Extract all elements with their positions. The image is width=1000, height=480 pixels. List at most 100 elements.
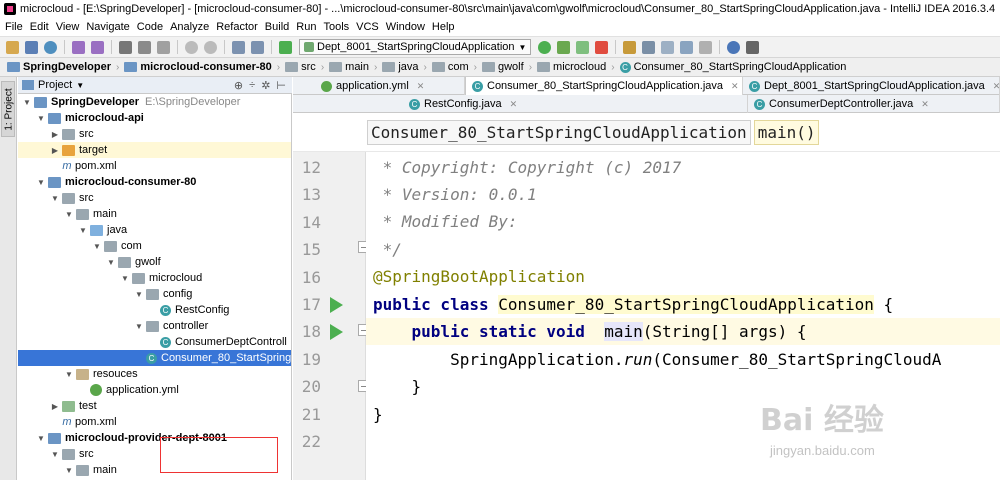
open-icon[interactable]	[6, 40, 19, 54]
close-icon[interactable]: ✕	[417, 81, 425, 92]
project-panel-title[interactable]: Project	[38, 79, 72, 91]
collapsed-arrow-icon[interactable]: ▶	[50, 130, 60, 139]
undo-icon[interactable]	[72, 40, 85, 54]
run-main-icon[interactable]	[330, 324, 343, 340]
expanded-arrow-icon[interactable]: ▼	[92, 242, 102, 251]
back-icon[interactable]	[232, 40, 245, 54]
tree-node[interactable]: ▼ main	[18, 206, 291, 222]
editor-tab[interactable]: application.yml ✕	[315, 77, 465, 95]
collapse-icon[interactable]: ÷	[249, 79, 255, 91]
method-crumb[interactable]: main()	[753, 119, 820, 145]
replace-icon[interactable]	[204, 40, 217, 54]
tree-node[interactable]: ▶ src	[18, 126, 291, 142]
rerun-icon[interactable]	[538, 40, 552, 54]
tree-node[interactable]: ▼ microcloud-api	[18, 110, 291, 126]
menu-run[interactable]: Run	[294, 21, 321, 33]
menu-tools[interactable]: Tools	[321, 21, 354, 33]
menu-analyze[interactable]: Analyze	[168, 21, 214, 33]
menu-window[interactable]: Window	[384, 21, 430, 33]
menu-file[interactable]: File	[3, 21, 28, 33]
breadcrumb-item[interactable]: java	[379, 61, 421, 73]
tree-node[interactable]: ▼ src	[18, 190, 291, 206]
class-crumb[interactable]: Consumer_80_StartSpringCloudApplication	[367, 119, 751, 145]
menu-edit[interactable]: Edit	[28, 21, 54, 33]
expanded-arrow-icon[interactable]: ▼	[50, 194, 60, 203]
chevron-down-icon[interactable]: ▼	[76, 81, 84, 90]
tree-node[interactable]: m pom.xml	[18, 158, 291, 174]
run-configuration-select[interactable]: Dept_8001_StartSpringCloudApplication ▼	[299, 39, 532, 55]
tree-node[interactable]: ▼ SpringDeveloper E:\SpringDeveloper	[18, 94, 291, 110]
expanded-arrow-icon[interactable]: ▼	[36, 178, 46, 187]
sdk-manager-icon[interactable]	[680, 40, 694, 54]
tree-node[interactable]: ▶ target	[18, 142, 291, 158]
editor-tab[interactable]: C RestConfig.java ✕	[403, 95, 748, 113]
sync-icon[interactable]	[44, 40, 57, 54]
paste-icon[interactable]	[157, 40, 170, 54]
tree-node[interactable]: ▼ main	[18, 462, 291, 478]
close-icon[interactable]: ✕	[993, 81, 999, 92]
close-icon[interactable]: ✕	[921, 99, 929, 110]
terminal-icon[interactable]	[746, 40, 760, 54]
expanded-arrow-icon[interactable]: ▼	[120, 274, 130, 283]
tree-node[interactable]: m pom.xml	[18, 414, 291, 430]
expanded-arrow-icon[interactable]: ▼	[36, 434, 46, 443]
editor-tab[interactable]: C Dept_8001_StartSpringCloudApplication.j…	[743, 77, 1000, 95]
expanded-arrow-icon[interactable]: ▼	[134, 290, 144, 299]
help-icon[interactable]	[727, 40, 741, 54]
menu-navigate[interactable]: Navigate	[84, 21, 134, 33]
close-icon[interactable]: ✕	[731, 81, 739, 92]
editor-tab[interactable]: C ConsumerDeptController.java ✕	[748, 95, 1000, 113]
breadcrumb-item[interactable]: C Consumer_80_StartSpringCloudApplication	[617, 61, 850, 73]
menu-code[interactable]: Code	[135, 21, 168, 33]
task-icon[interactable]	[699, 40, 713, 54]
breadcrumb-item[interactable]: SpringDeveloper	[4, 61, 114, 73]
cut-icon[interactable]	[119, 40, 132, 54]
sync-scroll-icon[interactable]: ⊕	[234, 79, 243, 92]
expanded-arrow-icon[interactable]: ▼	[22, 98, 32, 107]
tree-node[interactable]: C Consumer_80_StartSpringC	[18, 350, 291, 366]
project-tool-window-tab[interactable]: 1: Project	[1, 81, 15, 137]
tree-node[interactable]: ▼ gwolf	[18, 254, 291, 270]
expanded-arrow-icon[interactable]: ▼	[64, 210, 74, 219]
expanded-arrow-icon[interactable]: ▼	[78, 226, 88, 235]
breadcrumb-item[interactable]: microcloud	[534, 61, 609, 73]
tree-node[interactable]: ▼ src	[18, 446, 291, 462]
expanded-arrow-icon[interactable]: ▼	[64, 466, 74, 475]
tree-node[interactable]: ▶ test	[18, 398, 291, 414]
settings-icon[interactable]	[642, 40, 656, 54]
project-structure-icon[interactable]	[623, 40, 637, 54]
close-icon[interactable]: ✕	[510, 99, 518, 110]
menu-refactor[interactable]: Refactor	[214, 21, 263, 33]
coverage-icon[interactable]	[576, 40, 590, 54]
debug-icon[interactable]	[557, 40, 571, 54]
redo-icon[interactable]	[91, 40, 104, 54]
tree-node[interactable]: ▼ microcloud	[18, 270, 291, 286]
find-icon[interactable]	[185, 40, 198, 54]
hide-icon[interactable]: ⊢	[276, 79, 286, 92]
tree-node[interactable]: ▼ controller	[18, 318, 291, 334]
breadcrumb-item[interactable]: gwolf	[479, 61, 527, 73]
expanded-arrow-icon[interactable]: ▼	[50, 450, 60, 459]
menu-view[interactable]: View	[54, 21, 85, 33]
collapsed-arrow-icon[interactable]: ▶	[50, 402, 60, 411]
tree-node[interactable]: ▼ resouces	[18, 366, 291, 382]
tree-node[interactable]: ▼ config	[18, 286, 291, 302]
collapsed-arrow-icon[interactable]: ▶	[50, 146, 60, 155]
menu-build[interactable]: Build	[263, 21, 294, 33]
breadcrumb-item[interactable]: com	[429, 61, 472, 73]
stop-icon[interactable]	[595, 40, 609, 54]
breadcrumb-item[interactable]: src	[282, 61, 319, 73]
tree-node[interactable]: ▼ microcloud-provider-dept-8001	[18, 430, 291, 446]
forward-icon[interactable]	[251, 40, 264, 54]
tree-node[interactable]: application.yml	[18, 382, 291, 398]
menu-vcs[interactable]: VCS	[354, 21, 384, 33]
expanded-arrow-icon[interactable]: ▼	[64, 370, 74, 379]
tree-node[interactable]: ▼ java	[18, 222, 291, 238]
expanded-arrow-icon[interactable]: ▼	[36, 114, 46, 123]
tree-node[interactable]: C ConsumerDeptControll	[18, 334, 291, 350]
tree-node[interactable]: ▼ com	[18, 238, 291, 254]
editor-tab[interactable]: C Consumer_80_StartSpringCloudApplication…	[465, 77, 743, 95]
sdk-icon[interactable]	[661, 40, 675, 54]
breadcrumb-item[interactable]: microcloud-consumer-80	[121, 61, 274, 73]
expanded-arrow-icon[interactable]: ▼	[134, 322, 144, 331]
